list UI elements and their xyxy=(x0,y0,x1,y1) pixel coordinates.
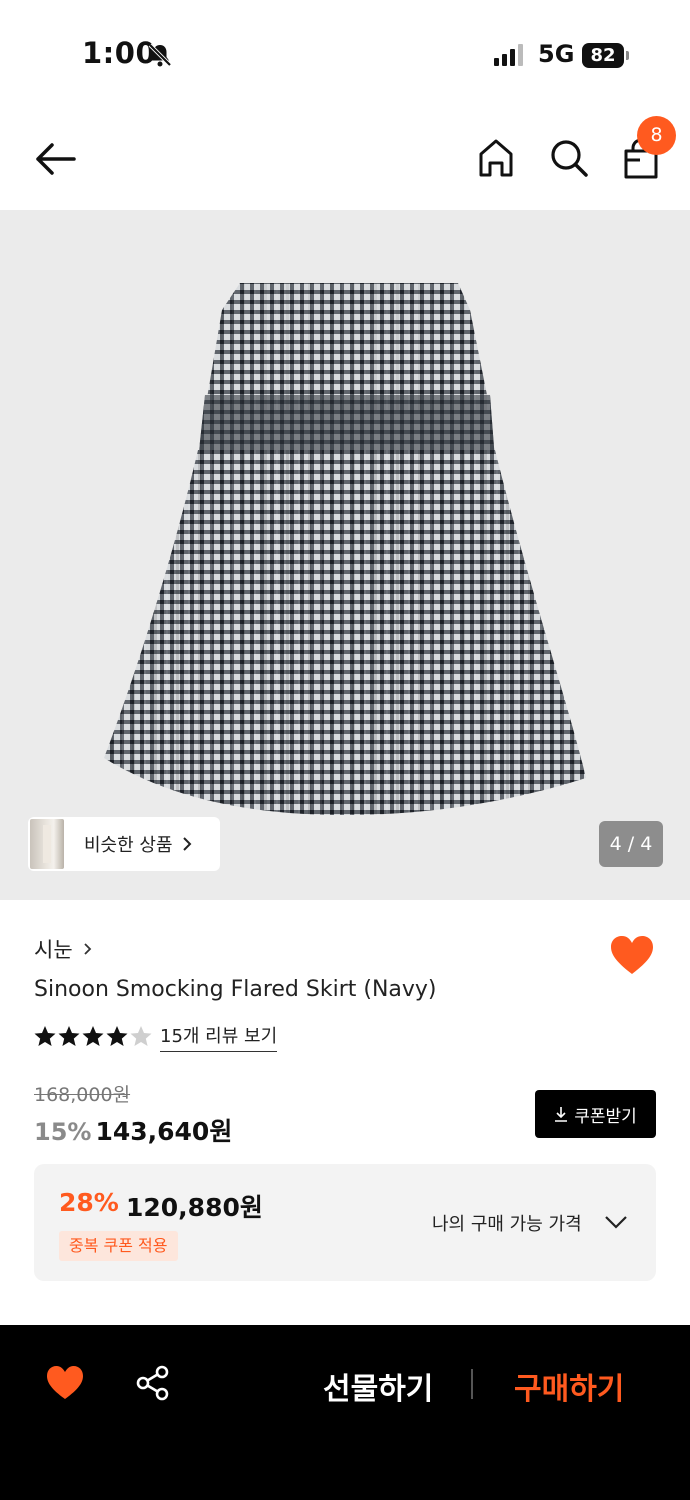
sale-price: 143,640원 xyxy=(95,1117,233,1146)
chevron-right-icon xyxy=(182,837,191,851)
status-time: 1:00 xyxy=(82,36,157,70)
image-counter: 4 / 4 xyxy=(599,821,663,867)
divider xyxy=(471,1369,473,1399)
download-icon xyxy=(555,1107,568,1122)
share-icon[interactable] xyxy=(135,1365,171,1401)
back-arrow-icon[interactable] xyxy=(30,138,80,180)
top-nav: 8 xyxy=(0,110,690,210)
cart-count-badge[interactable]: 8 xyxy=(637,116,676,155)
reviews-link[interactable]: 15개 리뷰 보기 xyxy=(160,1022,278,1052)
chevron-right-icon xyxy=(84,943,91,955)
buy-button[interactable]: 구매하기 xyxy=(514,1364,624,1408)
battery-tip xyxy=(626,51,629,60)
chevron-down-icon[interactable] xyxy=(604,1214,628,1230)
product-image-gallery[interactable]: 비슷한 상품 4 / 4 xyxy=(0,210,690,900)
similar-products-label: 비슷한 상품 xyxy=(84,835,173,856)
bottom-action-bar: 선물하기 구매하기 xyxy=(0,1325,690,1500)
product-image xyxy=(104,283,586,815)
similar-product-thumbnail xyxy=(30,819,64,869)
original-price: 168,000원 xyxy=(34,1084,131,1106)
home-icon[interactable] xyxy=(476,136,516,180)
brand-name: 시눈 xyxy=(34,938,73,962)
bell-off-icon xyxy=(148,43,172,67)
discount-rate: 15% xyxy=(34,1118,92,1146)
gift-button[interactable]: 선물하기 xyxy=(323,1364,433,1408)
price-row: 15% 143,640원 xyxy=(34,1112,232,1148)
get-coupon-button[interactable]: 쿠폰받기 xyxy=(535,1090,656,1138)
my-price-label: 나의 구매 가능 가격 xyxy=(432,1214,582,1235)
coupon-tag: 중복 쿠폰 적용 xyxy=(59,1231,178,1261)
similar-products-button[interactable]: 비슷한 상품 xyxy=(28,817,220,871)
status-bar: 1:00 5G 82 xyxy=(0,0,690,110)
product-title: Sinoon Smocking Flared Skirt (Navy) xyxy=(34,977,437,1002)
my-price-box[interactable]: 28% 120,880원 중복 쿠폰 적용 나의 구매 가능 가격 xyxy=(34,1164,656,1281)
heart-icon[interactable] xyxy=(46,1365,84,1401)
get-coupon-label: 쿠폰받기 xyxy=(574,1106,637,1127)
my-discount-rate: 28% xyxy=(59,1188,119,1217)
my-price: 120,880원 xyxy=(126,1193,263,1222)
network-type: 5G xyxy=(538,40,575,68)
rating-row: 15개 리뷰 보기 xyxy=(34,1022,278,1052)
search-icon[interactable] xyxy=(548,136,590,180)
heart-icon[interactable] xyxy=(609,934,655,976)
rating-stars xyxy=(34,1026,152,1046)
signal-icon xyxy=(494,44,523,66)
brand-link[interactable]: 시눈 xyxy=(34,934,93,964)
battery-icon: 82 xyxy=(582,43,624,68)
